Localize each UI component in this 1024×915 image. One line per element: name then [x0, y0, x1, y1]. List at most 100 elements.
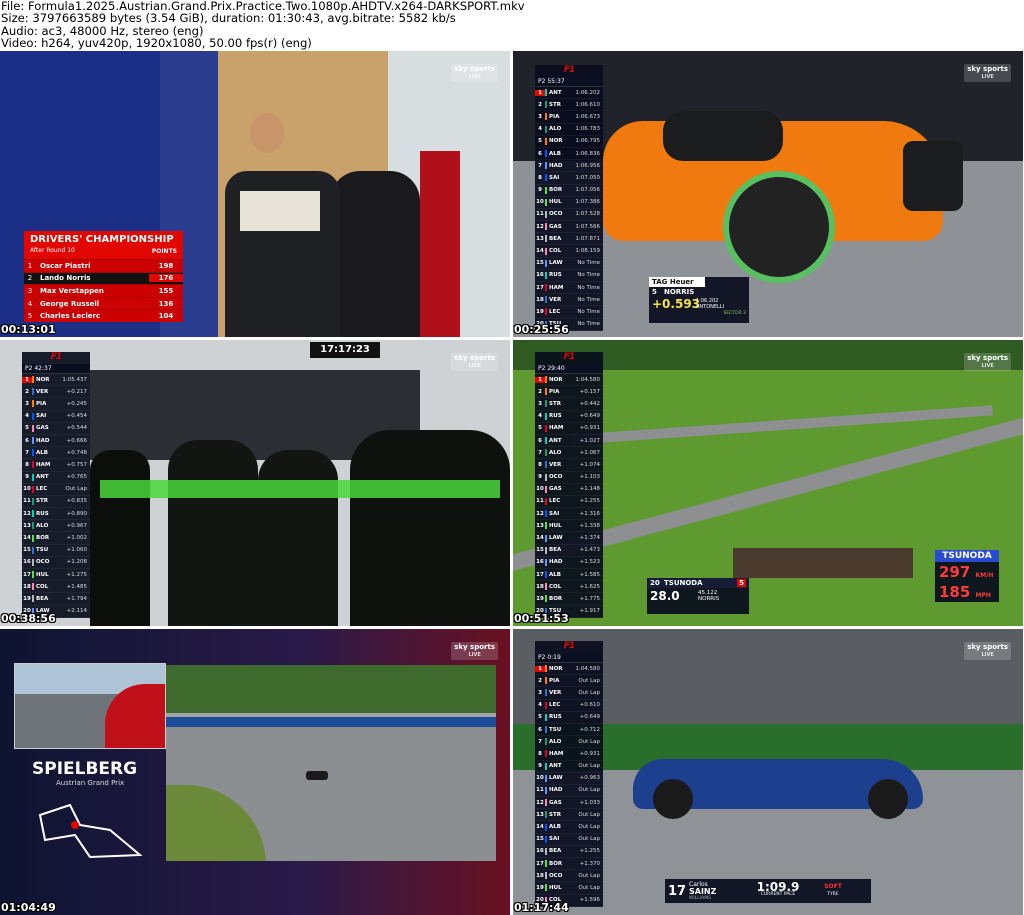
thumbnail-6[interactable]: F1 P2 0:19 1 NOR 1:04.580 2 PIA Out Lap 3 VER Ou… — [513, 629, 1023, 915]
driver-code: GAS — [549, 486, 562, 493]
driver-code: HAM — [549, 750, 564, 757]
row-position: 9 — [538, 474, 542, 481]
driver-code: NOR — [36, 376, 50, 383]
timing-row: 14 BOR +1.002 — [22, 532, 90, 545]
driver-code: HUL — [549, 199, 562, 206]
timing-row: 7 HAD 1:06.956 — [535, 160, 603, 173]
team-color-bar — [545, 823, 547, 831]
team-color-bar — [545, 534, 547, 542]
timing-row: 15 TSU +1.060 — [22, 545, 90, 557]
gap-time: 1:06.836 — [575, 150, 600, 157]
driver-lower-third: 17 Carlos SAINZ WILLIAMS 1:09.9 CURRENT … — [665, 879, 871, 903]
timing-row: 19 HUL Out Lap — [535, 882, 603, 895]
driver-code: COL — [549, 583, 562, 590]
delta-time: +0.593 — [652, 297, 701, 311]
row-position: 10 — [536, 486, 544, 493]
car-rear — [903, 141, 963, 211]
driver-code: OCO — [549, 872, 563, 879]
team-color-bar — [32, 449, 34, 457]
timing-rows: 1 NOR 1:04.580 2 PIA +0.157 3 STR +0.442 4 RUS +0.6… — [535, 374, 603, 618]
gap-time: 1:08.159 — [575, 248, 600, 255]
thumbnail-4[interactable]: F1 P2 29:40 1 NOR 1:04.580 2 PIA +0.157 3 STR +0… — [513, 340, 1023, 626]
timing-row: 8 HAM +0.757 — [22, 459, 90, 472]
row-position: 18 — [536, 296, 544, 303]
thumbnail-3[interactable]: 17:17:23 F1 P2 42:37 1 NOR 1:05.437 2 VER +0.… — [0, 340, 510, 626]
driver-code: ALB — [549, 824, 561, 831]
driver-code: LEC — [36, 486, 48, 493]
pillar-red — [420, 151, 460, 337]
row-position: 3 — [25, 400, 29, 407]
team-color-bar — [545, 424, 547, 432]
timing-row: 5 HAM +0.931 — [535, 423, 603, 435]
broadcaster-name: sky sports — [454, 65, 495, 73]
thumbnail-2[interactable]: F1 P2 55:37 1 ANT 1:06.202 2 STR 1:06.610 3 PIA… — [513, 51, 1023, 337]
row-position: 14 — [23, 535, 31, 542]
team-color-bar — [545, 473, 547, 481]
gap-time: +0.967 — [66, 522, 87, 529]
driver-code: SAI — [36, 413, 47, 420]
row-position: 4 — [25, 413, 29, 420]
team-color-bar — [32, 437, 34, 445]
gap-time: +2.114 — [66, 608, 87, 615]
crew-member — [90, 450, 150, 626]
sector-label: SECTOR 3 — [723, 311, 746, 316]
session-clock: P2 55:37 — [535, 77, 603, 87]
driver-code: PIA — [549, 113, 560, 120]
timestamp: 00:51:53 — [514, 612, 569, 625]
sky-sports-logo: sky sports LIVE — [451, 642, 498, 660]
row-pos: 1 — [27, 261, 33, 270]
timing-tower: F1 P2 42:37 1 NOR 1:05.437 2 VER +0.217 3 PIA +0… — [22, 352, 90, 618]
drivers-championship-panel: DRIVERS' CHAMPIONSHIP After Round 10 POI… — [24, 231, 183, 322]
barrier — [166, 717, 496, 727]
team-color-bar — [32, 510, 34, 518]
gap-time: 1:06.673 — [575, 113, 600, 120]
row-position: 19 — [536, 884, 544, 891]
row-pts: 176 — [149, 274, 183, 283]
gap-time: +1.374 — [579, 535, 600, 542]
team-color-bar — [545, 860, 547, 868]
gap-time: +1.208 — [66, 559, 87, 566]
driver-code: HAM — [549, 425, 564, 432]
thumbnail-5[interactable]: SPIELBERG Austrian Grand Prix sky sports… — [0, 629, 510, 915]
ref-driver: NORRIS — [698, 596, 720, 602]
row-pts: 104 — [158, 312, 174, 321]
gap-time: +0.649 — [579, 413, 600, 420]
sky-sports-logo: sky sports LIVE — [964, 353, 1011, 371]
gap-time: Out Lap — [578, 787, 600, 794]
driver-code: BOR — [549, 187, 563, 194]
row-position: 1 — [535, 665, 545, 672]
gap-time: +1.103 — [579, 474, 600, 481]
f1-logo: F1 — [50, 352, 62, 362]
broadcaster-name: sky sports — [967, 643, 1008, 651]
team-color-bar — [545, 412, 547, 420]
timing-row: 6 HAD +0.666 — [22, 435, 90, 448]
timing-tower: F1 P2 0:19 1 NOR 1:04.580 2 PIA Out Lap 3 VER Ou… — [535, 641, 603, 907]
timing-row: 16 BEA +1.255 — [535, 846, 603, 858]
gap-time: +1.338 — [579, 522, 600, 529]
driver-code: LEC — [549, 498, 561, 505]
gap-time: Out Lap — [65, 486, 87, 493]
broadcaster-tag: LIVE — [981, 363, 994, 369]
row-position: 3 — [538, 400, 542, 407]
driver-code: HAD — [36, 437, 50, 444]
gap-time: +1.275 — [66, 571, 87, 578]
timestamp: 01:17:44 — [514, 901, 569, 914]
gap-time: 1:07.056 — [575, 187, 600, 194]
row-position: 11 — [536, 211, 544, 218]
team-color-bar — [32, 558, 34, 566]
timing-row: 6 ANT +1.027 — [535, 435, 603, 448]
team-color-bar — [545, 558, 547, 566]
driver-code: ALO — [549, 738, 562, 745]
team-color-bar — [32, 522, 34, 530]
driver-code: VER — [549, 296, 562, 303]
timing-row: 3 PIA +0.245 — [22, 398, 90, 411]
driver-code: ALO — [36, 522, 49, 529]
row-position: 7 — [25, 449, 29, 456]
driver-code: LEC — [549, 702, 561, 709]
team-color-bar — [545, 388, 547, 396]
row-position: 14 — [536, 824, 544, 831]
gap-time: 1:06.956 — [575, 162, 600, 169]
timing-rows: 1 NOR 1:04.580 2 PIA Out Lap 3 VER Out Lap 4 LEC +0… — [535, 663, 603, 907]
tyre-compound: SOFT — [824, 883, 842, 890]
thumbnail-1[interactable]: DRIVERS' CHAMPIONSHIP After Round 10 POI… — [0, 51, 510, 337]
